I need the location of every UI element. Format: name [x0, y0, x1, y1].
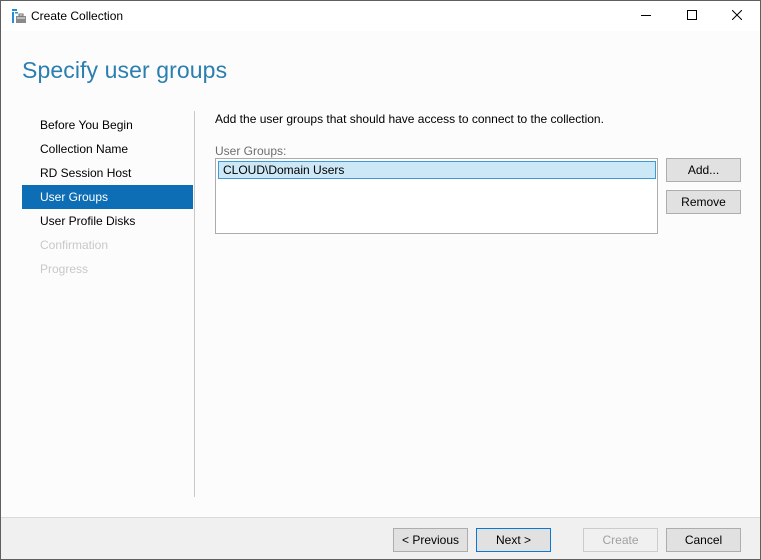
- list-item[interactable]: CLOUD\Domain Users: [218, 161, 656, 179]
- remove-button[interactable]: Remove: [666, 190, 741, 214]
- create-button: Create: [583, 528, 658, 552]
- nav-item-rd-session-host[interactable]: RD Session Host: [22, 161, 193, 185]
- title-bar[interactable]: Create Collection: [1, 1, 760, 31]
- minimize-icon: [641, 9, 651, 23]
- wizard-steps-nav: Before You Begin Collection Name RD Sess…: [22, 113, 193, 281]
- add-button[interactable]: Add...: [666, 158, 741, 182]
- previous-button[interactable]: < Previous: [393, 528, 468, 552]
- page-description: Add the user groups that should have acc…: [215, 112, 604, 126]
- nav-item-user-groups[interactable]: User Groups: [22, 185, 193, 209]
- nav-item-user-profile-disks[interactable]: User Profile Disks: [22, 209, 193, 233]
- maximize-button[interactable]: [669, 1, 715, 31]
- collection-app-icon: [11, 8, 27, 24]
- nav-divider: [194, 111, 195, 497]
- cancel-button[interactable]: Cancel: [666, 528, 741, 552]
- maximize-icon: [687, 9, 697, 23]
- user-groups-list[interactable]: CLOUD\Domain Users: [215, 158, 658, 234]
- create-collection-window: Create Collection Specify user groups Be…: [0, 0, 761, 560]
- minimize-button[interactable]: [623, 1, 669, 31]
- nav-item-confirmation: Confirmation: [40, 238, 109, 252]
- nav-item-collection-name[interactable]: Collection Name: [22, 137, 193, 161]
- nav-item-progress: Progress: [40, 262, 89, 276]
- window-title: Create Collection: [31, 9, 124, 23]
- close-button[interactable]: [714, 1, 760, 31]
- user-groups-label: User Groups:: [215, 144, 287, 158]
- page-title: Specify user groups: [22, 57, 228, 83]
- close-icon: [731, 9, 743, 23]
- nav-item-before-you-begin[interactable]: Before You Begin: [22, 113, 193, 137]
- next-button[interactable]: Next >: [476, 528, 551, 552]
